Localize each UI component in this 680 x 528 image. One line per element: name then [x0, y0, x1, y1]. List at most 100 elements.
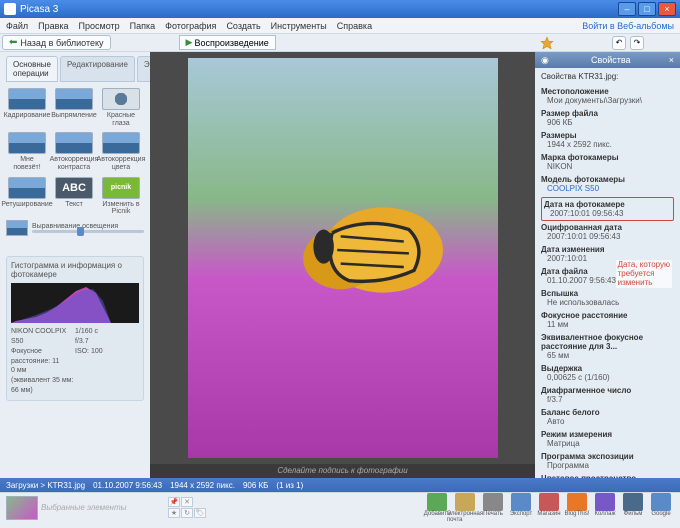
- tray-icon-label: Коллаж: [594, 511, 615, 517]
- property-key: Дата на фотокамере: [544, 200, 671, 209]
- fill-light-row: Выравнивание освещения: [6, 220, 144, 236]
- property-row: Режим измеренияМатрица: [541, 430, 674, 448]
- property-value: 0,00625 с (1/160): [541, 373, 674, 382]
- property-row: Дата на фотокамере2007:10:01 09:56:43: [541, 197, 674, 221]
- signin-link[interactable]: Войти в Веб-альбомы: [582, 21, 674, 31]
- tool-picnik[interactable]: picnikИзменить в Picnik: [100, 177, 142, 216]
- histogram-chart: [11, 283, 139, 323]
- tray-icon-label: BlogThis!: [564, 511, 589, 517]
- properties-filename: Свойства KTR31.jpg:: [541, 72, 674, 81]
- tab-tuning[interactable]: Редактирование: [60, 56, 135, 82]
- status-size: 906 КБ: [243, 481, 268, 490]
- tray-icon-label: Экспорт: [510, 511, 533, 517]
- photo[interactable]: [188, 58, 498, 458]
- property-key: Эквивалентное фокусное расстояние для 3.…: [541, 333, 674, 351]
- property-row: Диафрагменное числоf/3.7: [541, 386, 674, 404]
- menu-create[interactable]: Создать: [226, 21, 260, 31]
- fill-light-slider[interactable]: [32, 230, 144, 233]
- property-row: Фокусное расстояние11 мм: [541, 311, 674, 329]
- play-label: Воспроизведение: [194, 38, 268, 48]
- tab-basic[interactable]: Основные операции: [6, 56, 58, 82]
- property-key: Модель фотокамеры: [541, 175, 674, 184]
- property-key: Диафрагменное число: [541, 386, 674, 395]
- tool-text[interactable]: ABCТекст: [53, 177, 95, 216]
- fill-light-icon: [6, 220, 28, 236]
- tray-tiny-buttons: 📌✕ ★↻🏷: [168, 497, 206, 518]
- property-row: Цветовое пространствоsRGB: [541, 474, 674, 478]
- property-key: Программа экспозиции: [541, 452, 674, 461]
- tool-retouch[interactable]: Ретуширование: [6, 177, 48, 216]
- properties-panel: ◉ Свойства × Свойства KTR31.jpg:Местопол…: [535, 52, 680, 478]
- property-key: Размеры: [541, 131, 674, 140]
- tool-lucky[interactable]: Мне повезёт!: [6, 132, 48, 171]
- hist-iso: ISO: 100: [75, 347, 139, 357]
- clear-button[interactable]: ✕: [181, 497, 193, 507]
- hist-focal2: 0 мм: [11, 366, 75, 376]
- tool-autocolor[interactable]: Автокоррекция цвета: [100, 132, 142, 171]
- statusbar: Загрузки > KTR31.jpg 01.10.2007 9:56:43 …: [0, 478, 680, 492]
- status-count: (1 из 1): [276, 481, 303, 490]
- play-button[interactable]: ▶ Воспроизведение: [179, 35, 276, 50]
- property-value: NIKON: [541, 162, 674, 171]
- tool-autocontrast[interactable]: Автокоррекция контраста: [53, 132, 95, 171]
- property-row: Программа экспозицииПрограмма: [541, 452, 674, 470]
- hold-button[interactable]: 📌: [168, 497, 180, 507]
- property-value: Авто: [541, 417, 674, 426]
- rotate-right-button[interactable]: ↷: [630, 36, 644, 50]
- caption-input[interactable]: Сделайте подпись к фотографии: [150, 464, 535, 478]
- property-row: ВспышкаНе использовалась: [541, 289, 674, 307]
- rotate-left-button[interactable]: ↶: [612, 36, 626, 50]
- menu-photo[interactable]: Фотография: [165, 21, 216, 31]
- back-arrow-icon: ⬅: [9, 37, 17, 48]
- close-button[interactable]: ×: [658, 2, 676, 16]
- tray-action-фильм[interactable]: Фильм: [620, 493, 646, 523]
- menu-edit[interactable]: Правка: [38, 21, 68, 31]
- menu-file[interactable]: Файл: [6, 21, 28, 31]
- edit-tabs: Основные операции Редактирование Эффекты: [6, 56, 144, 82]
- property-key: Режим измерения: [541, 430, 674, 439]
- tray-icon-glyph: [483, 493, 503, 511]
- rotate-button[interactable]: ↻: [181, 508, 193, 518]
- menu-tools[interactable]: Инструменты: [271, 21, 327, 31]
- menu-view[interactable]: Просмотр: [79, 21, 120, 31]
- tray-icon-glyph: [455, 493, 475, 511]
- tag-button[interactable]: 🏷: [194, 508, 206, 518]
- bottom-tray: Выбранные элементы 📌✕ ★↻🏷 ДобавитьЭлектр…: [0, 492, 680, 522]
- toolbar: ⬅ Назад в библиотеку ▶ Воспроизведение ↶…: [0, 34, 680, 52]
- minimize-button[interactable]: –: [618, 2, 636, 16]
- tray-thumbnail[interactable]: [6, 496, 38, 520]
- star-button[interactable]: ★: [168, 508, 180, 518]
- pin-icon[interactable]: ◉: [541, 55, 549, 66]
- annotation-callout: Дата, которую требуется изменить: [616, 260, 672, 288]
- tray-action-google[interactable]: Google: [648, 493, 674, 523]
- menu-help[interactable]: Справка: [337, 21, 372, 31]
- property-value: 11 мм: [541, 320, 674, 329]
- tool-grid: Кадрирование Выпрямление Красные глаза М…: [6, 88, 144, 216]
- tool-straighten[interactable]: Выпрямление: [53, 88, 95, 127]
- tray-action-печать[interactable]: Печать: [480, 493, 506, 523]
- tray-action-экспорт[interactable]: Экспорт: [508, 493, 534, 523]
- property-value[interactable]: COOLPIX S50: [541, 184, 674, 193]
- tray-action-коллаж[interactable]: Коллаж: [592, 493, 618, 523]
- fill-light-label: Выравнивание освещения: [32, 223, 144, 230]
- back-to-library-button[interactable]: ⬅ Назад в библиотеку: [2, 35, 111, 50]
- menu-folder[interactable]: Папка: [130, 21, 156, 31]
- tray-icon-label: Фильм: [624, 511, 643, 517]
- tray-action-магазин[interactable]: Магазин: [536, 493, 562, 523]
- tray-action-электронная почта[interactable]: Электронная почта: [452, 493, 478, 523]
- app-icon: [4, 3, 16, 15]
- tool-crop[interactable]: Кадрирование: [6, 88, 48, 127]
- tray-action-blogthis![interactable]: BlogThis!: [564, 493, 590, 523]
- maximize-button[interactable]: □: [638, 2, 656, 16]
- status-date: 01.10.2007 9:56:43: [93, 481, 162, 490]
- window-title: Picasa 3: [20, 4, 618, 15]
- property-key: Размер файла: [541, 109, 674, 118]
- tool-redeye[interactable]: Красные глаза: [100, 88, 142, 127]
- close-panel-icon[interactable]: ×: [669, 55, 674, 65]
- property-key: Оцифрованная дата: [541, 223, 674, 232]
- favorite-icon[interactable]: [540, 36, 554, 50]
- property-key: Баланс белого: [541, 408, 674, 417]
- tab-effects[interactable]: Эффекты: [137, 56, 150, 82]
- play-icon: ▶: [186, 37, 193, 48]
- histogram-panel: Гистограмма и информация о фотокамере NI…: [6, 256, 144, 401]
